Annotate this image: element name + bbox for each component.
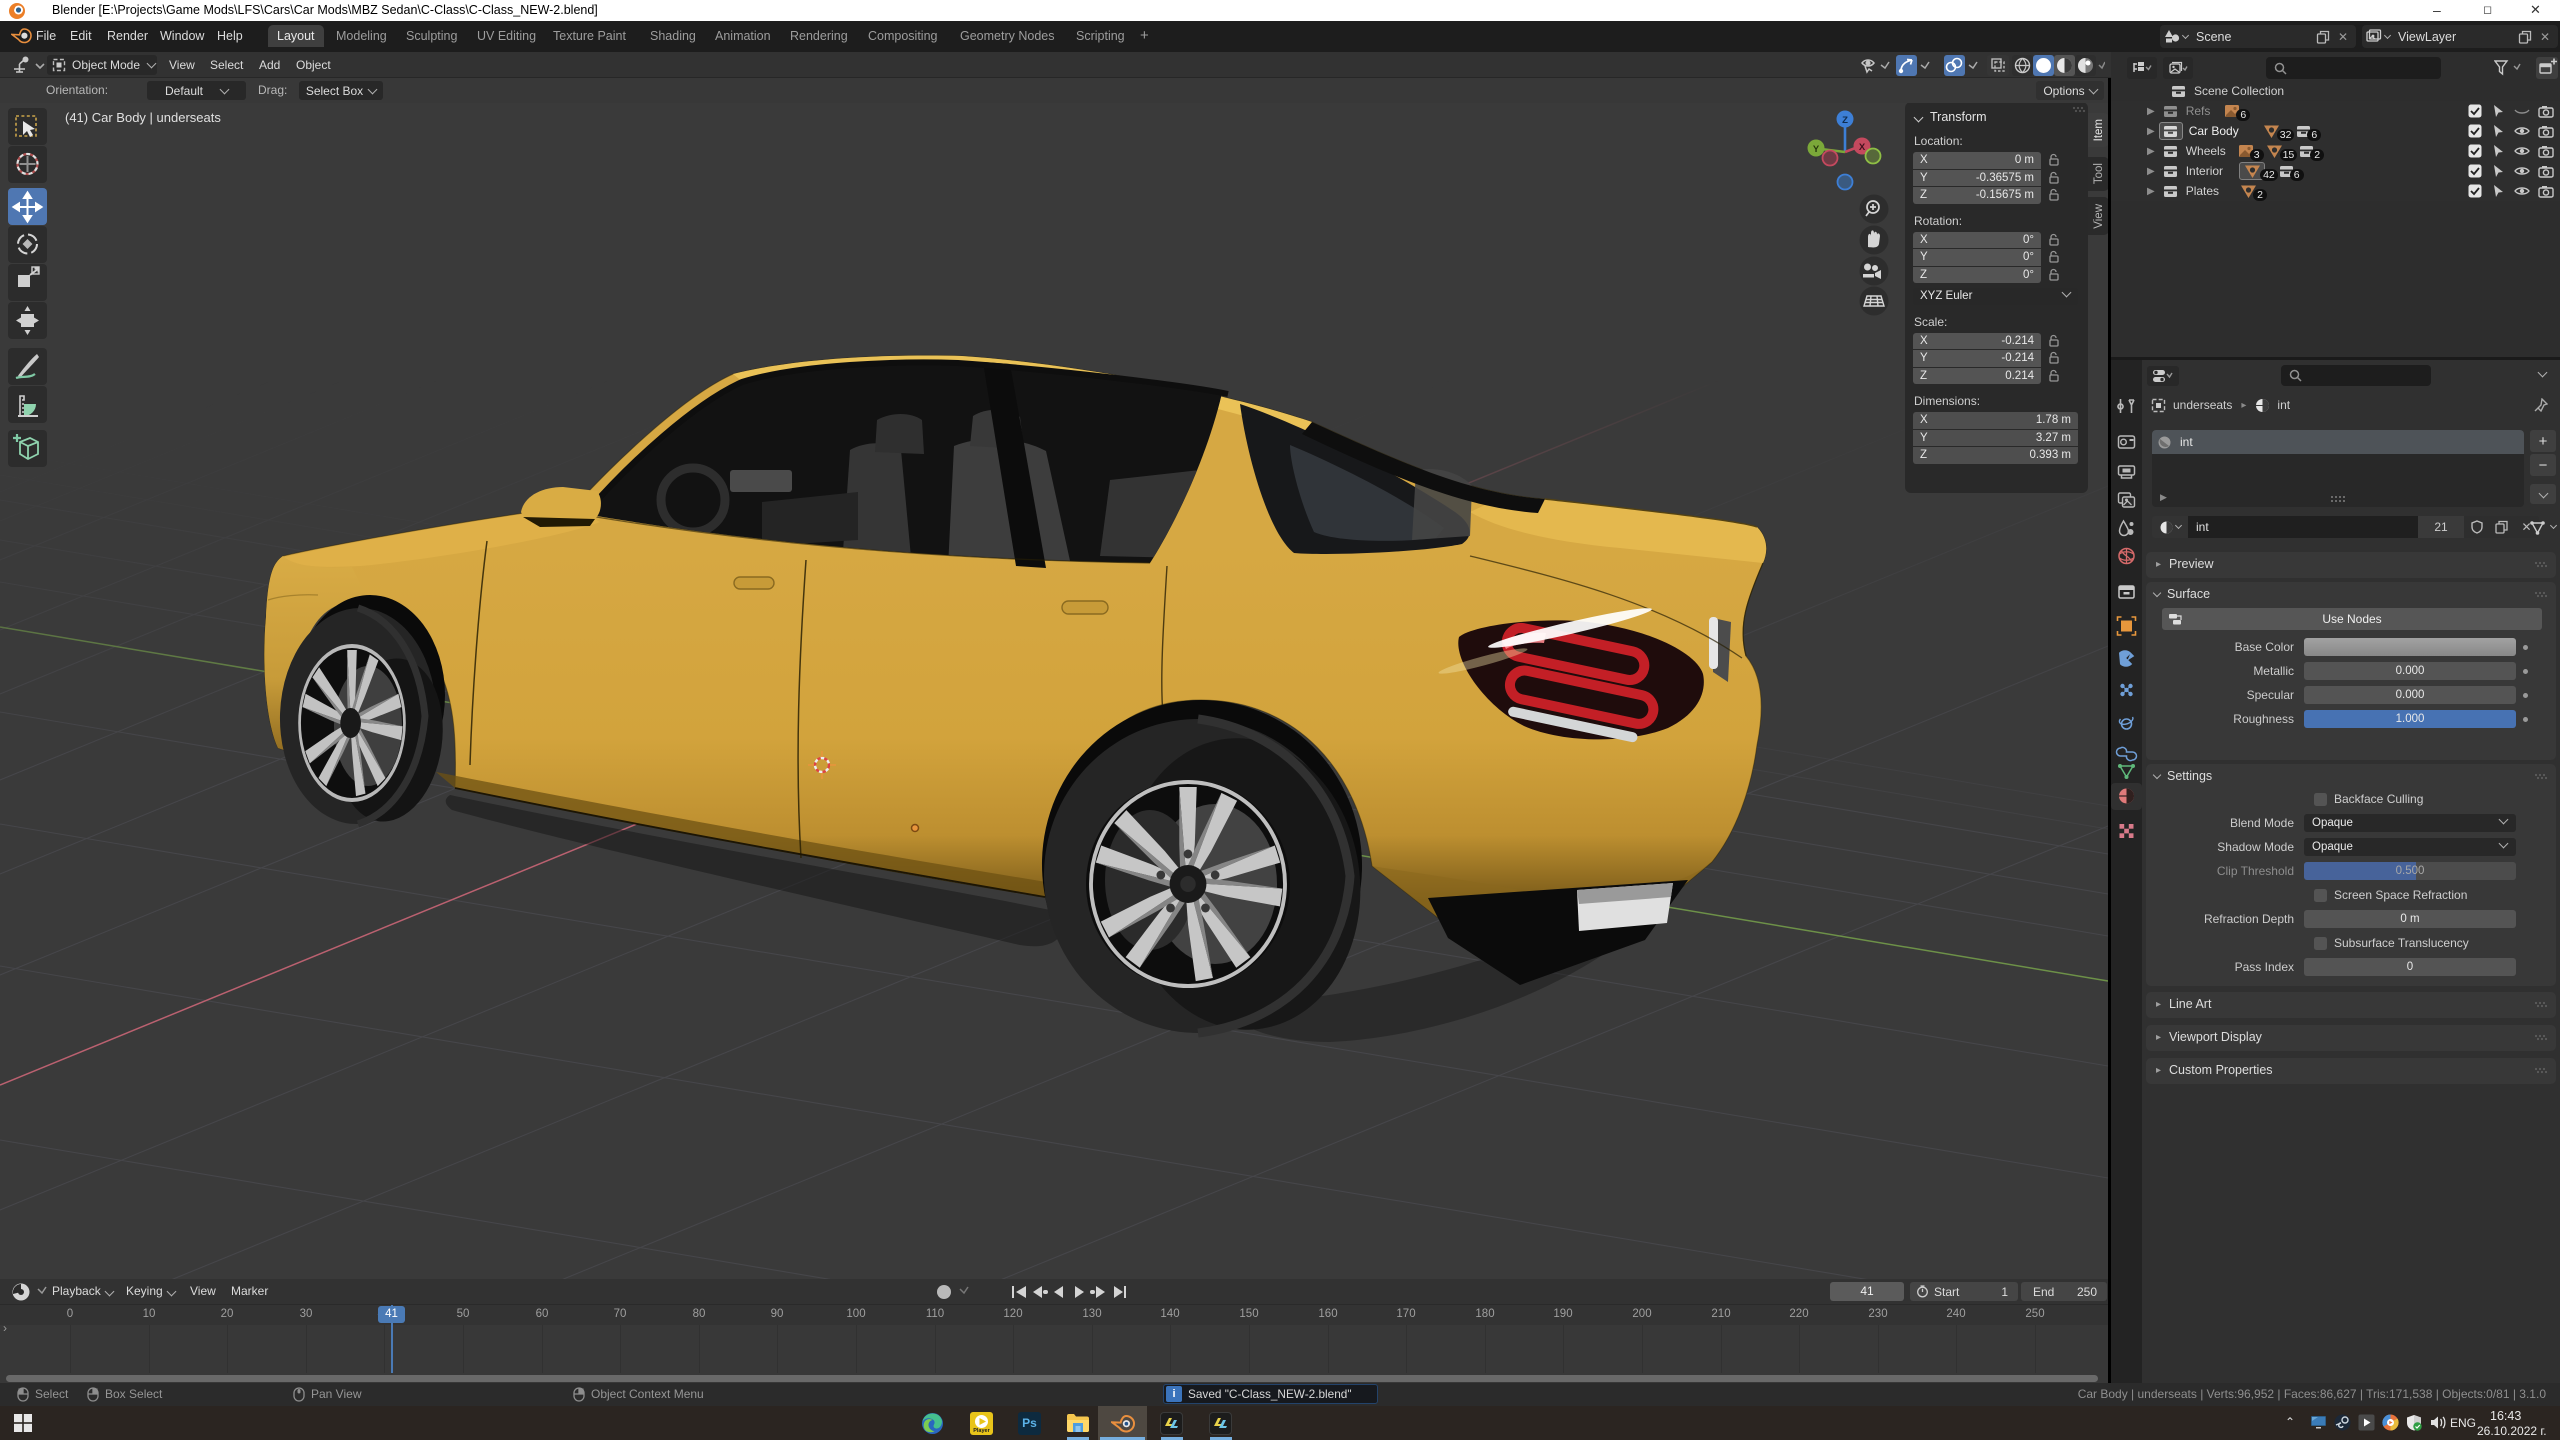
svg-text:X: X xyxy=(1859,142,1866,153)
svg-text:Player: Player xyxy=(973,1428,990,1434)
svg-text:Y: Y xyxy=(1813,144,1820,155)
svg-text:Z: Z xyxy=(1842,115,1848,126)
